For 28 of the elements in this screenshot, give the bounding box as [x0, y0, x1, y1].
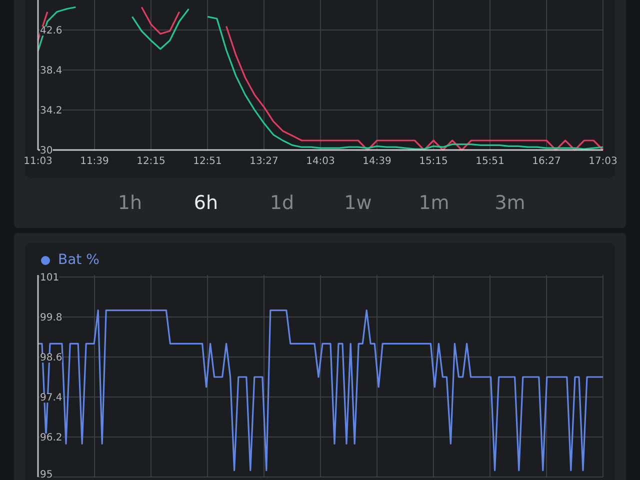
axis-label: 30 [40, 146, 53, 157]
range-tab[interactable]: 3m [472, 188, 548, 218]
axis-label: 11:39 [80, 156, 109, 167]
axis-label: 16:27 [532, 156, 561, 167]
axis-label: 15:51 [476, 156, 504, 167]
axis-label: 13:27 [250, 156, 278, 167]
range-tab[interactable]: 1h [92, 188, 168, 218]
axis-label: 96.2 [40, 432, 62, 444]
axis-label: 14:39 [362, 156, 392, 167]
axis-label: 98.6 [40, 352, 62, 364]
axis-label: 95 [40, 470, 53, 480]
range-tab[interactable]: 1w [320, 188, 396, 218]
axis-label: 15:15 [419, 156, 448, 167]
axis-label: 99.8 [40, 312, 62, 324]
axis-label: 12:51 [193, 156, 222, 167]
range-tab[interactable]: 1m [396, 188, 472, 218]
axis-label: 42.6 [40, 26, 62, 37]
axis-label: 12:15 [136, 156, 166, 167]
range-tab[interactable]: 6h [168, 188, 244, 218]
axis-label: 101 [40, 272, 60, 284]
axis-label: 38.4 [40, 66, 62, 77]
axis-label: 17:03 [588, 156, 618, 167]
axis-label: 34.2 [40, 106, 62, 117]
range-tab[interactable]: 1d [244, 188, 320, 218]
axis-label: 14:03 [306, 156, 335, 167]
legend-label: Bat % [58, 251, 100, 270]
axis-label: 11:03 [24, 156, 52, 167]
axis-label: 97.4 [40, 392, 62, 404]
